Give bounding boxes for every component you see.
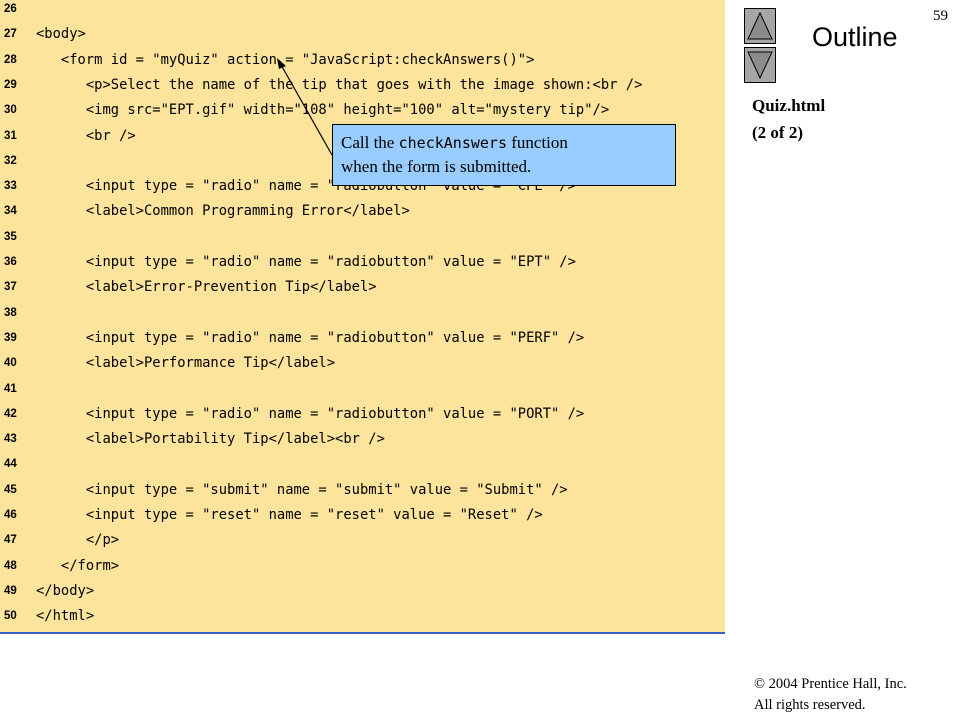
line-number: 49 bbox=[4, 584, 17, 597]
line-number: 26 bbox=[4, 3, 17, 15]
up-triangle-icon bbox=[747, 11, 773, 40]
code-text: <label>Portability Tip</label><br /> bbox=[36, 431, 385, 448]
code-text: <input type = "reset" name = "reset" val… bbox=[36, 507, 543, 523]
line-number: 30 bbox=[4, 104, 17, 117]
copyright-line-1: © 2004 Prentice Hall, Inc. bbox=[754, 676, 907, 692]
code-text: <body> bbox=[36, 26, 86, 43]
code-text: </html> bbox=[36, 608, 95, 625]
line-number: 37 bbox=[4, 281, 17, 294]
line-number: 27 bbox=[4, 28, 17, 41]
code-listing-panel: 26 27 <body> 28 <form id = "myQuiz" action … bbox=[0, 0, 725, 634]
code-text: <label>Performance Tip</label> bbox=[36, 355, 336, 372]
code-text: <label>Common Programming Error</label> bbox=[36, 203, 410, 220]
copyright-notice: © 2004 Prentice Hall, Inc. All rights re… bbox=[754, 674, 907, 716]
line-number: 43 bbox=[4, 433, 17, 446]
code-text: <p>Select the name of the tip that goes … bbox=[36, 76, 643, 93]
line-number: 33 bbox=[4, 180, 17, 193]
outline-down-button[interactable] bbox=[744, 47, 776, 83]
line-number: 29 bbox=[4, 78, 17, 91]
line-number: 48 bbox=[4, 559, 17, 572]
page-part: (2 of 2) bbox=[752, 123, 803, 142]
code-text: <br /> bbox=[36, 127, 136, 144]
line-number: 46 bbox=[4, 509, 17, 521]
line-number: 28 bbox=[4, 53, 17, 66]
code-text: <input type = "submit" name = "submit" v… bbox=[36, 481, 568, 498]
line-number: 42 bbox=[4, 407, 17, 420]
callout-suffix: function bbox=[506, 133, 568, 152]
code-text: <input type = "radio" name = "radiobutto… bbox=[36, 405, 585, 422]
outline-title: Outline bbox=[812, 22, 898, 52]
line-number: 41 bbox=[4, 382, 17, 395]
outline-up-button[interactable] bbox=[744, 8, 776, 44]
code-text: </p> bbox=[36, 532, 120, 549]
line-number: 36 bbox=[4, 256, 17, 268]
line-number: 44 bbox=[4, 458, 17, 471]
code-text: <label>Error-Prevention Tip</label> bbox=[36, 279, 377, 296]
line-number: 39 bbox=[4, 331, 17, 344]
code-text: </body> bbox=[36, 582, 95, 599]
slide-number: 59 bbox=[933, 8, 948, 24]
code-text: <input type = "radio" name = "radiobutto… bbox=[36, 254, 576, 270]
file-name: Quiz.html bbox=[752, 96, 826, 115]
copyright-line-2: All rights reserved. bbox=[754, 697, 866, 713]
line-number: 34 bbox=[4, 205, 17, 218]
code-text: <form id = "myQuiz" action = "JavaScript… bbox=[36, 51, 535, 68]
line-number: 32 bbox=[4, 154, 17, 167]
code-text: <input type = "radio" name = "radiobutto… bbox=[36, 329, 585, 346]
line-number: 40 bbox=[4, 357, 17, 370]
line-number: 31 bbox=[4, 129, 17, 142]
code-text: <img src="EPT.gif" width="108" height="1… bbox=[36, 102, 610, 119]
callout-line-2: when the form is submitted. bbox=[341, 157, 532, 176]
callout-box: Call the checkAnswers function when the … bbox=[332, 124, 676, 186]
callout-code-term: checkAnswers bbox=[398, 134, 507, 152]
line-number: 50 bbox=[4, 610, 17, 623]
callout-prefix: Call the bbox=[341, 133, 399, 152]
line-number: 38 bbox=[4, 306, 17, 319]
line-number: 35 bbox=[4, 230, 17, 243]
line-number: 47 bbox=[4, 534, 17, 547]
line-number: 45 bbox=[4, 483, 17, 496]
down-triangle-icon bbox=[747, 51, 773, 80]
code-text: </form> bbox=[36, 557, 120, 574]
